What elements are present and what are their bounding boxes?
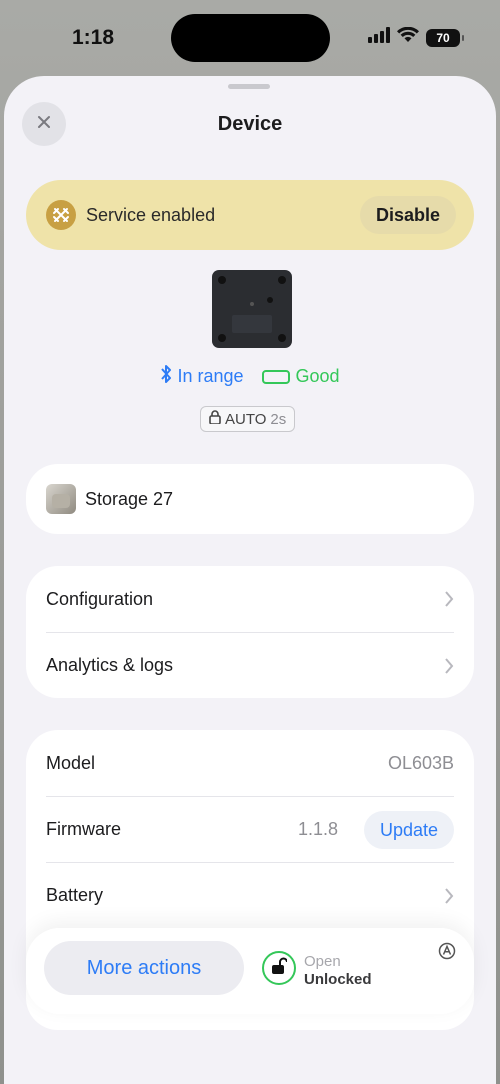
battery-status: Good [261, 364, 340, 389]
range-label: In range [177, 366, 244, 386]
bluetooth-icon [160, 364, 172, 389]
lock-status: Open Unlocked [304, 953, 372, 989]
unlocked-icon [271, 957, 288, 980]
status-bar: 1:18 70 [0, 0, 500, 76]
service-icon [46, 200, 76, 230]
bottom-action-bar: More actions Open Unlocked [26, 928, 474, 1014]
sheet-grabber[interactable] [228, 84, 270, 89]
device-sheet: Device Service enabled Disable In range … [4, 76, 496, 1084]
model-value: OL603B [387, 752, 454, 773]
dynamic-island [171, 14, 330, 62]
analytics-row[interactable]: Analytics & logs [46, 632, 454, 698]
battery-row[interactable]: Battery [46, 862, 454, 928]
battery-status-label: Good [295, 366, 340, 386]
firmware-label: Firmware [46, 819, 121, 839]
device-image [212, 270, 292, 348]
service-status-label: Service enabled [86, 204, 216, 225]
auto-label: AUTO [225, 410, 267, 428]
storage-thumbnail [46, 484, 76, 514]
chevron-right-icon [444, 590, 454, 613]
firmware-version: 1.1.8 [297, 819, 338, 839]
disable-button[interactable]: Disable [359, 196, 456, 234]
more-actions-button[interactable]: More actions [44, 941, 244, 995]
storage-card[interactable]: Storage 27 [26, 464, 474, 534]
battery-label: Battery [46, 885, 104, 905]
model-label: Model [46, 752, 96, 773]
analytics-label: Analytics & logs [46, 655, 174, 675]
battery-level-indicator: 70 [426, 28, 464, 47]
service-banner: Service enabled Disable [26, 180, 474, 250]
battery-icon [261, 369, 290, 384]
menu-card: Configuration Analytics & logs [26, 566, 474, 698]
lock-open-label: Open [304, 953, 341, 970]
auto-mode-icon[interactable] [438, 942, 456, 965]
page-title: Device [217, 113, 283, 135]
configuration-label: Configuration [46, 588, 154, 609]
auto-duration: 2s [270, 410, 287, 428]
status-time: 1:18 [72, 26, 115, 49]
chevron-right-icon [444, 657, 454, 680]
chevron-right-icon [444, 887, 454, 910]
device-status-row: In range Good [4, 364, 496, 389]
range-status: In range [160, 364, 244, 389]
update-button[interactable]: Update [363, 811, 454, 849]
firmware-row: Firmware 1.1.8 Update [46, 796, 454, 862]
lock-state-label: Unlocked [304, 971, 372, 988]
wifi-icon [397, 26, 419, 48]
configuration-row[interactable]: Configuration [46, 566, 454, 632]
storage-name: Storage 27 [85, 488, 174, 509]
status-icons: 70 [368, 26, 464, 48]
lock-toggle[interactable] [262, 951, 296, 985]
model-row: Model OL603B [46, 730, 454, 796]
lock-icon [209, 410, 221, 428]
auto-lock-badge: AUTO 2s [200, 406, 296, 432]
cellular-signal-icon [368, 27, 390, 48]
